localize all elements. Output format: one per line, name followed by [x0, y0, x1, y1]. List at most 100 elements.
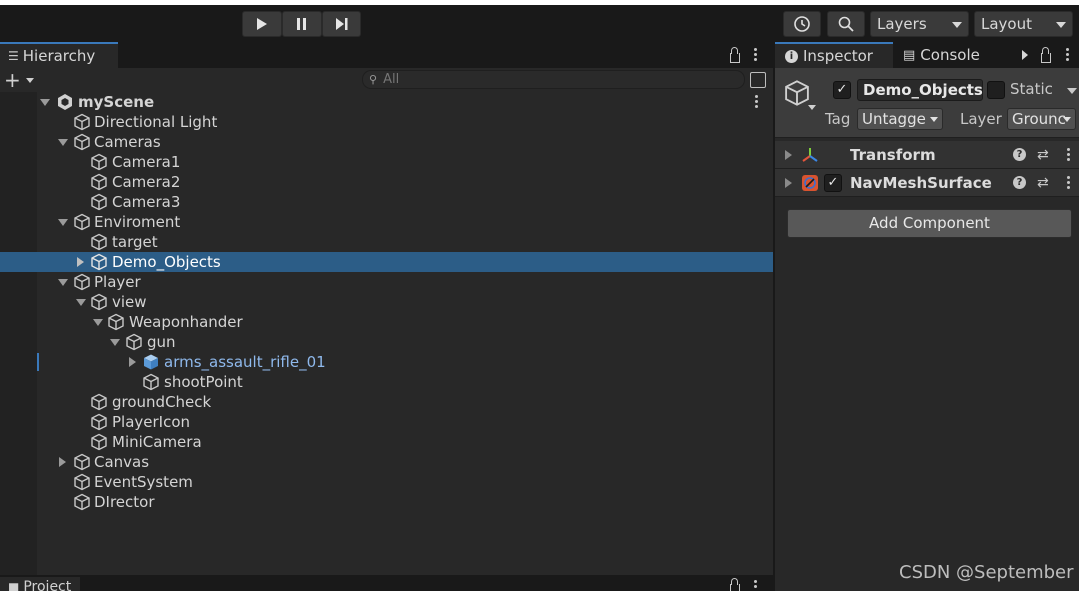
expand-arrow-icon[interactable] [58, 279, 68, 286]
search-icon [838, 16, 854, 32]
layout-label: Layout [981, 15, 1032, 33]
tree-row[interactable]: gun [0, 332, 773, 352]
object-header: ✓ Demo_Objects Static Tag Untagge Layer … [775, 68, 1079, 138]
tree-row[interactable]: PlayerIcon [0, 412, 773, 432]
active-checkbox[interactable]: ✓ [833, 81, 851, 99]
layers-dropdown[interactable]: Layers [870, 11, 969, 37]
static-checkbox[interactable] [987, 81, 1005, 99]
history-button[interactable] [783, 11, 821, 37]
tree-row[interactable]: arms_assault_rifle_01 [0, 352, 773, 372]
tree-row-label: DIrector [94, 493, 155, 511]
kebab-menu-icon[interactable] [755, 95, 759, 109]
chevron-down-icon[interactable] [26, 78, 34, 83]
tree-row[interactable]: Weaponhander [0, 312, 773, 332]
icon-dropdown-caret[interactable] [808, 105, 816, 110]
component-title: NavMeshSurface [850, 174, 992, 192]
tree-row[interactable]: Canvas [0, 452, 773, 472]
hierarchy-search-box[interactable]: ⚲ [362, 70, 745, 89]
lock-icon[interactable] [730, 578, 740, 591]
tag-label: Tag [825, 110, 851, 128]
gameobject-cube-icon [108, 313, 124, 331]
tree-row[interactable]: target [0, 232, 773, 252]
expand-arrow-icon[interactable] [93, 319, 103, 326]
expand-arrow-icon[interactable] [76, 299, 86, 306]
tree-row-label: gun [147, 333, 176, 351]
preset-icon[interactable]: ⇄ [1037, 175, 1049, 191]
layout-dropdown[interactable]: Layout [974, 11, 1073, 37]
gameobject-cube-icon [74, 453, 90, 471]
kebab-menu-icon[interactable] [1066, 48, 1070, 62]
expand-arrow-icon[interactable] [785, 178, 792, 188]
chevron-down-icon [1056, 22, 1066, 28]
tree-row-label: Cameras [94, 133, 161, 151]
hierarchy-search-input[interactable] [383, 72, 684, 87]
kebab-menu-icon[interactable] [1067, 176, 1071, 190]
tree-row[interactable]: Camera1 [0, 152, 773, 172]
tab-hierarchy[interactable]: ☰ Hierarchy [0, 42, 118, 68]
expand-arrow-icon[interactable] [58, 139, 68, 146]
layers-label: Layers [877, 15, 927, 33]
tab-console[interactable]: ▤ Console [903, 42, 1015, 68]
tree-row-selected[interactable]: Demo_Objects [0, 252, 773, 272]
tree-row[interactable]: Directional Light [0, 112, 773, 132]
expand-arrow-icon[interactable] [110, 339, 120, 346]
play-button[interactable] [242, 11, 282, 37]
main-toolbar: Layers Layout [0, 5, 1079, 42]
tree-row[interactable]: Camera2 [0, 172, 773, 192]
tab-inspector[interactable]: i Inspector [775, 42, 893, 68]
lock-icon[interactable] [730, 47, 740, 63]
transform-component-header[interactable]: Transform ? ⇄ [775, 141, 1079, 169]
play-icon [257, 18, 267, 30]
component-enabled-checkbox[interactable]: ✓ [824, 174, 842, 192]
kebab-menu-icon[interactable] [1067, 148, 1071, 162]
expand-arrow-icon[interactable] [785, 150, 792, 160]
tree-row[interactable]: Camera3 [0, 192, 773, 212]
tab-project[interactable]: ■ Project [0, 577, 80, 591]
search-button[interactable] [827, 11, 865, 37]
pause-button[interactable] [282, 11, 322, 37]
gameobject-cube-icon [91, 153, 107, 171]
preset-icon[interactable]: ⇄ [1037, 147, 1049, 163]
kebab-menu-icon[interactable] [754, 580, 758, 590]
object-name-field[interactable]: Demo_Objects [857, 79, 983, 101]
step-icon [335, 18, 347, 30]
tree-row[interactable]: groundCheck [0, 392, 773, 412]
expand-arrow-icon[interactable] [129, 357, 136, 367]
expand-arrow-icon[interactable] [40, 99, 50, 106]
static-dropdown-caret[interactable] [1067, 88, 1077, 94]
tree-row[interactable]: Player [0, 272, 773, 292]
layer-dropdown[interactable]: Grounc [1007, 108, 1076, 130]
tree-row[interactable]: Cameras [0, 132, 773, 152]
tree-row[interactable]: MiniCamera [0, 432, 773, 452]
lock-icon[interactable] [1041, 47, 1051, 63]
tree-row-label: groundCheck [112, 393, 212, 411]
add-component-button[interactable]: Add Component [787, 209, 1072, 238]
create-plus-button[interactable]: + [4, 69, 21, 91]
tree-row[interactable]: shootPoint [0, 372, 773, 392]
gameobject-cube-icon [91, 413, 107, 431]
step-button[interactable] [322, 11, 361, 37]
tree-row[interactable]: myScene [0, 92, 773, 112]
tab-overflow-icon[interactable] [1022, 50, 1028, 60]
gameobject-cube-icon [91, 433, 107, 451]
expand-arrow-icon[interactable] [77, 257, 84, 267]
tree-row[interactable]: EventSystem [0, 472, 773, 492]
scene-visibility-icon[interactable] [750, 72, 766, 88]
expand-arrow-icon[interactable] [58, 219, 68, 226]
tree-row[interactable]: DIrector [0, 492, 773, 512]
tree-row[interactable]: view [0, 292, 773, 312]
tree-row-label: target [112, 233, 158, 251]
tag-dropdown[interactable]: Untagge [857, 108, 943, 130]
expand-arrow-icon[interactable] [59, 457, 66, 467]
tree-row-label: Demo_Objects [112, 253, 221, 271]
tree-row-label: view [112, 293, 147, 311]
navmeshsurface-component-header[interactable]: ✓ NavMeshSurface ? ⇄ [775, 169, 1079, 197]
gameobject-cube-icon [74, 133, 90, 151]
help-icon[interactable]: ? [1013, 176, 1026, 189]
help-icon[interactable]: ? [1013, 148, 1026, 161]
gameobject-cube-icon [74, 493, 90, 511]
gameobject-cube-icon [74, 473, 90, 491]
tree-row[interactable]: Enviroment [0, 212, 773, 232]
kebab-menu-icon[interactable] [754, 48, 758, 62]
inspector-panel: i Inspector ▤ Console ✓ Demo_Objects Sta… [775, 42, 1079, 591]
